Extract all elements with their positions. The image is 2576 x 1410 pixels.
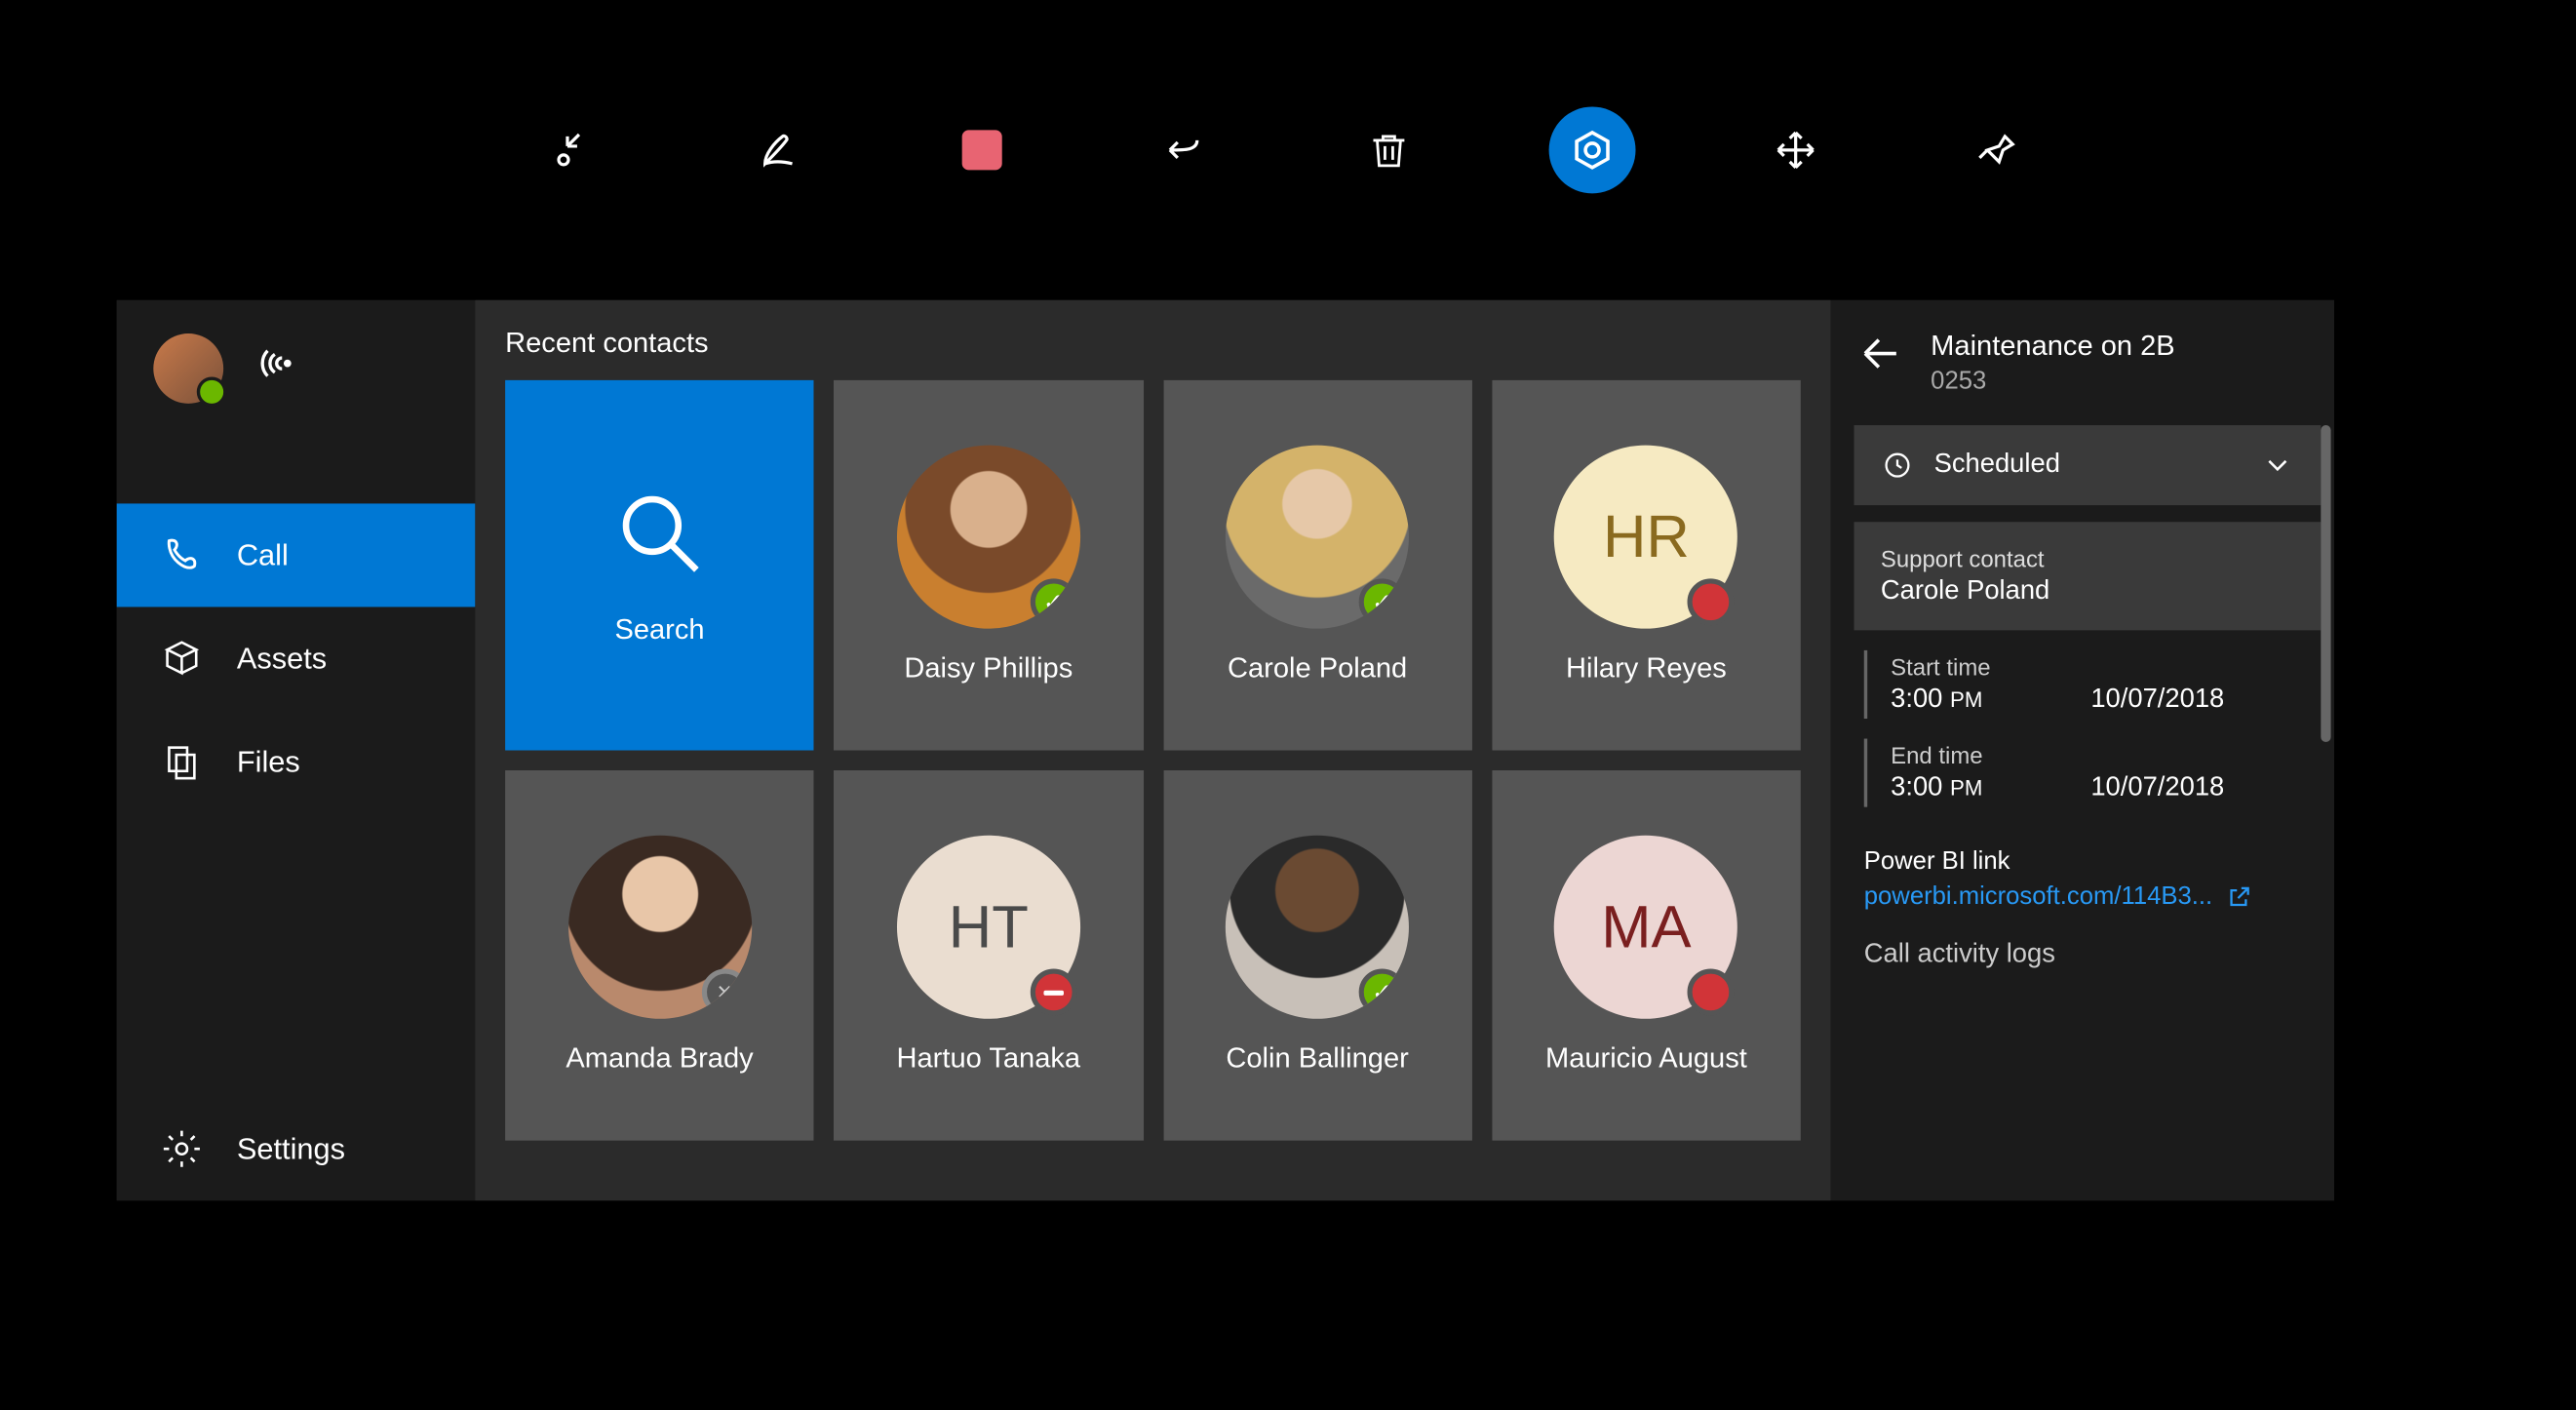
start-time-value: 3:00 PM: [1891, 685, 2024, 716]
activity-logs-heading: Call activity logs: [1854, 911, 2322, 971]
contact-card[interactable]: Amanda Brady: [505, 770, 814, 1141]
nav-label: Assets: [237, 641, 327, 676]
nav-item-files[interactable]: Files: [117, 710, 476, 813]
contact-initials: HT: [949, 892, 1029, 962]
pin-icon[interactable]: [1956, 106, 2043, 193]
contact-initials: HR: [1603, 502, 1690, 572]
contact-name: Amanda Brady: [566, 1042, 753, 1076]
end-time-label: End time: [1891, 742, 2321, 768]
undo-icon[interactable]: [1142, 106, 1229, 193]
end-time-block: End time 3:00 PM 10/07/2018: [1864, 739, 2322, 807]
contact-avatar: [1226, 446, 1409, 629]
ink-pen-icon[interactable]: [735, 106, 822, 193]
support-label: Support contact: [1881, 545, 2294, 571]
presence-offline-icon: [701, 969, 748, 1016]
support-value: Carole Poland: [1881, 577, 2294, 607]
contact-avatar: [1226, 836, 1409, 1019]
end-time-value: 3:00 PM: [1891, 773, 2024, 803]
status-dropdown[interactable]: Scheduled: [1854, 425, 2322, 505]
presence-available-icon: [1359, 578, 1406, 625]
presence-available-icon: [1359, 969, 1406, 1016]
powerbi-link[interactable]: powerbi.microsoft.com/114B3...: [1864, 882, 2311, 911]
nav-label: Settings: [237, 1131, 345, 1166]
detail-scroll-area: Scheduled Support contact Carole Poland …: [1831, 425, 2334, 1200]
sidebar: Call Assets Files Settings: [117, 300, 476, 1200]
nav-item-assets[interactable]: Assets: [117, 607, 476, 710]
contact-name: Hartuo Tanaka: [897, 1042, 1081, 1076]
contact-card[interactable]: Carole Poland: [1163, 380, 1472, 751]
powerbi-section: Power BI link powerbi.microsoft.com/114B…: [1854, 827, 2322, 911]
nav-label: Call: [237, 537, 289, 572]
back-arrow-icon[interactable]: [1857, 331, 1904, 385]
contact-card[interactable]: MA Mauricio August: [1492, 770, 1801, 1141]
contact-avatar: [897, 446, 1080, 629]
nav-list: Call Assets Files: [117, 503, 476, 813]
contact-name: Mauricio August: [1545, 1042, 1747, 1076]
assist-icon[interactable]: [1549, 106, 1636, 193]
contact-initials: MA: [1601, 892, 1691, 962]
top-toolbar: [0, 0, 2574, 300]
search-icon: [611, 485, 708, 590]
start-date-value: 10/07/2018: [2090, 685, 2224, 716]
external-link-icon: [2226, 882, 2252, 909]
detail-header: Maintenance on 2B 0253: [1831, 331, 2334, 425]
contact-avatar: [567, 836, 751, 1019]
contact-avatar: MA: [1554, 836, 1737, 1019]
contact-card[interactable]: HT Hartuo Tanaka: [834, 770, 1143, 1141]
contact-name: Hilary Reyes: [1566, 652, 1727, 685]
start-time-block: Start time 3:00 PM 10/07/2018: [1864, 650, 2322, 719]
scrollbar-thumb[interactable]: [2321, 425, 2330, 742]
presence-busy-icon: [1031, 969, 1077, 1016]
section-heading: Recent contacts: [505, 327, 1801, 360]
detail-title: Maintenance on 2B: [1931, 331, 2175, 364]
wifi-icon: [256, 342, 299, 394]
presence-available-icon: [1031, 578, 1077, 625]
contacts-grid: Search Daisy Phillips Carole Poland HR: [505, 380, 1801, 1141]
presence-dnd-icon: [1688, 969, 1735, 1016]
end-date-value: 10/07/2018: [2090, 773, 2224, 803]
status-label: Scheduled: [1934, 450, 2060, 481]
contact-name: Daisy Phillips: [904, 652, 1073, 685]
contact-avatar: HT: [897, 836, 1080, 1019]
app-window: Call Assets Files Settings Recent contac…: [117, 300, 2334, 1200]
search-tile[interactable]: Search: [505, 380, 814, 751]
arrow-in-icon[interactable]: [531, 106, 618, 193]
nav-label: Files: [237, 745, 300, 780]
profile-row: [117, 300, 476, 437]
main-panel: Recent contacts Search Daisy Phillips Ca…: [475, 300, 1830, 1200]
contact-name: Carole Poland: [1228, 652, 1407, 685]
contact-card[interactable]: Colin Ballinger: [1163, 770, 1472, 1141]
contact-card[interactable]: Daisy Phillips: [834, 380, 1143, 751]
user-avatar[interactable]: [153, 333, 223, 404]
support-contact-row[interactable]: Support contact Carole Poland: [1854, 522, 2322, 630]
contact-avatar: HR: [1554, 446, 1737, 629]
search-label: Search: [614, 612, 704, 646]
start-time-label: Start time: [1891, 653, 2321, 680]
detail-subtitle: 0253: [1931, 367, 2175, 395]
nav-item-call[interactable]: Call: [117, 503, 476, 607]
detail-panel: Maintenance on 2B 0253 Scheduled Support…: [1831, 300, 2334, 1200]
contact-name: Colin Ballinger: [1226, 1042, 1408, 1076]
square-color-icon[interactable]: [939, 106, 1026, 193]
presence-dnd-icon: [1688, 578, 1735, 625]
powerbi-label: Power BI link: [1864, 847, 2311, 876]
move-icon[interactable]: [1752, 106, 1839, 193]
chevron-down-icon: [2261, 449, 2294, 482]
nav-item-settings[interactable]: Settings: [117, 1097, 476, 1200]
powerbi-link-text: powerbi.microsoft.com/114B3...: [1864, 882, 2212, 911]
clock-icon: [1881, 449, 1914, 482]
contact-card[interactable]: HR Hilary Reyes: [1492, 380, 1801, 751]
trash-icon[interactable]: [1346, 106, 1432, 193]
